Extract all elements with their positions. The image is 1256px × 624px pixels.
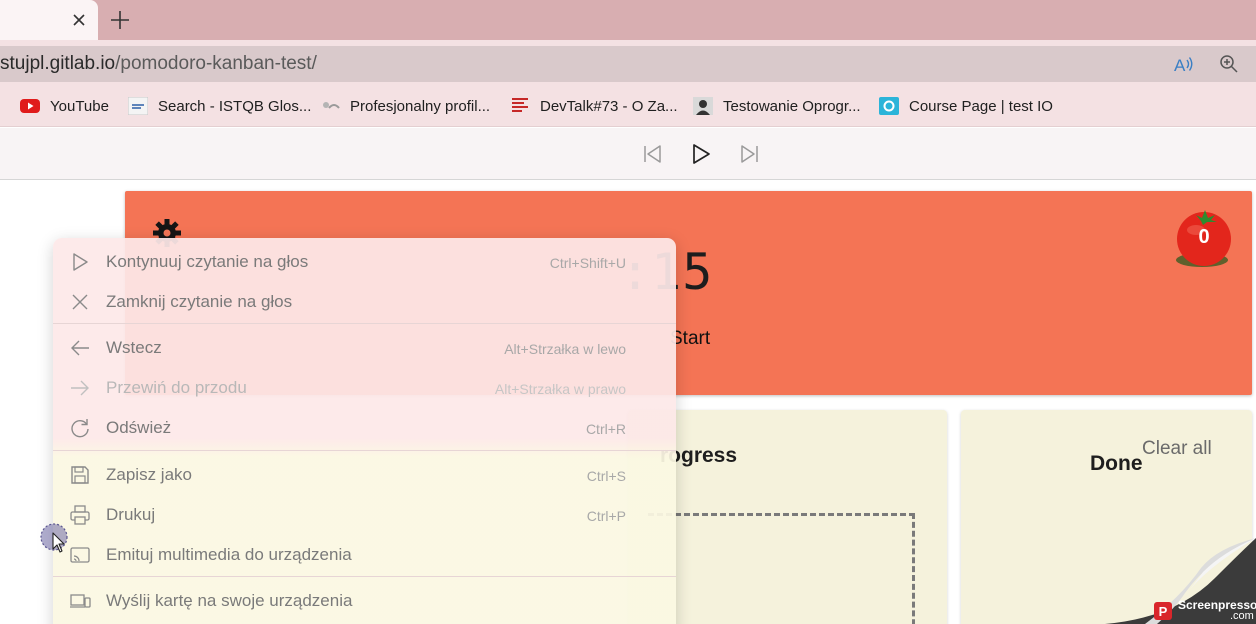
- menu-item-forward: Przewiń do przodu Alt+Strzałka w prawo: [53, 367, 676, 407]
- bookmark-profile[interactable]: Profesjonalny profil...: [320, 97, 490, 115]
- profile-icon: [320, 97, 340, 115]
- menu-item-shortcut: Ctrl+P: [586, 508, 626, 524]
- bookmark-istqb[interactable]: Search - ISTQB Glos...: [128, 97, 311, 115]
- url-path: /pomodoro-kanban-test/: [115, 53, 317, 74]
- context-menu: Kontynuuj czytanie na głos Ctrl+Shift+U …: [53, 238, 676, 624]
- menu-item-label: Odśwież: [106, 418, 172, 437]
- menu-item-label: Zamknij czytanie na głos: [106, 292, 293, 311]
- tab-close-icon[interactable]: [68, 9, 90, 31]
- menu-item-label: Drukuj: [106, 505, 156, 524]
- save-icon: [69, 464, 91, 486]
- menu-item-label: Wstecz: [106, 338, 162, 357]
- bookmark-label: DevTalk#73 - O Za...: [540, 97, 678, 115]
- menu-item-shortcut: Alt+Strzałka w lewo: [504, 341, 626, 357]
- screenpresso-watermark: P Screenpresso .com: [1150, 596, 1256, 624]
- refresh-icon: [69, 417, 91, 439]
- url-host: stujpl.gitlab.io: [0, 53, 116, 74]
- bookmark-devtalk[interactable]: DevTalk#73 - O Za...: [510, 97, 678, 115]
- arrow-left-icon: [69, 337, 91, 359]
- menu-item-label: Emituj multimedia do urządzenia: [106, 545, 352, 564]
- read-aloud-icon[interactable]: A: [1173, 53, 1195, 75]
- play-icon[interactable]: [690, 143, 712, 165]
- menu-item-print[interactable]: Drukuj Ctrl+P: [53, 494, 676, 534]
- next-paragraph-icon[interactable]: [739, 143, 761, 165]
- menu-item-save-as[interactable]: Zapisz jako Ctrl+S: [53, 454, 676, 494]
- menu-separator: [53, 576, 676, 577]
- youtube-icon: [20, 97, 40, 115]
- play-icon: [69, 251, 91, 273]
- menu-item-cast[interactable]: Emituj multimedia do urządzenia: [53, 534, 676, 574]
- start-button[interactable]: Start: [670, 328, 710, 350]
- menu-separator: [53, 450, 676, 451]
- istqb-icon: [128, 97, 148, 115]
- menu-item-label: Wyślij kartę na swoje urządzenia: [106, 591, 353, 610]
- read-aloud-toolbar: [0, 128, 1256, 180]
- close-icon: [69, 291, 91, 313]
- bookmark-testowanie[interactable]: Testowanie Oprogr...: [693, 97, 861, 115]
- bookmark-label: YouTube: [50, 97, 109, 115]
- task-dropzone[interactable]: [648, 513, 915, 624]
- menu-item-refresh[interactable]: Odśwież Ctrl+R: [53, 407, 676, 447]
- arrow-right-icon: [69, 377, 91, 399]
- testio-icon: [879, 97, 899, 115]
- bookmark-testio[interactable]: Course Page | test IO: [879, 97, 1053, 115]
- tab-strip: [0, 0, 1256, 40]
- bookmark-label: Testowanie Oprogr...: [723, 97, 861, 115]
- menu-item-continue-read-aloud[interactable]: Kontynuuj czytanie na głos Ctrl+Shift+U: [53, 241, 676, 281]
- new-tab-plus-icon[interactable]: [108, 8, 132, 32]
- send-tab-icon: [69, 590, 91, 612]
- menu-item-stop-read-aloud[interactable]: Zamknij czytanie na głos: [53, 281, 676, 321]
- devtalk-icon: [510, 97, 530, 115]
- watermark-domain: .com: [1230, 610, 1254, 622]
- bookmark-label: Course Page | test IO: [909, 97, 1053, 115]
- menu-item-send-tab[interactable]: Wyślij kartę na swoje urządzenia: [53, 580, 676, 620]
- menu-item-shortcut: Ctrl+R: [585, 421, 626, 437]
- url-text[interactable]: stujpl.gitlab.io/pomodoro-kanban-test/: [0, 53, 317, 75]
- menu-item-back[interactable]: Wstecz Alt+Strzałka w lewo: [53, 327, 676, 367]
- menu-item-shortcut: Ctrl+S: [586, 468, 626, 484]
- cast-icon: [69, 544, 91, 566]
- print-icon: [69, 504, 91, 526]
- person-icon: [693, 97, 713, 115]
- bookmark-label: Profesjonalny profil...: [350, 97, 491, 115]
- menu-item-label: Zapisz jako: [106, 465, 192, 484]
- pomodoro-count: 0: [1198, 226, 1210, 248]
- clear-all-button[interactable]: Clear all: [1142, 438, 1212, 460]
- zoom-icon[interactable]: [1219, 54, 1239, 74]
- bookmark-youtube[interactable]: YouTube: [20, 97, 109, 115]
- bookmark-label: Search - ISTQB Glos...: [158, 97, 312, 115]
- menu-item-shortcut: Ctrl+Shift+U: [549, 255, 626, 271]
- done-title: Done: [1090, 452, 1143, 475]
- menu-item-shortcut: Alt+Strzałka w prawo: [494, 381, 626, 397]
- svg-text:A: A: [1174, 56, 1186, 75]
- mouse-cursor-icon: [40, 522, 70, 554]
- previous-paragraph-icon[interactable]: [641, 143, 663, 165]
- menu-separator: [53, 323, 676, 324]
- svg-text:P: P: [1159, 604, 1168, 619]
- menu-item-label: Przewiń do przodu: [106, 378, 247, 397]
- menu-item-label: Kontynuuj czytanie na głos: [106, 252, 309, 271]
